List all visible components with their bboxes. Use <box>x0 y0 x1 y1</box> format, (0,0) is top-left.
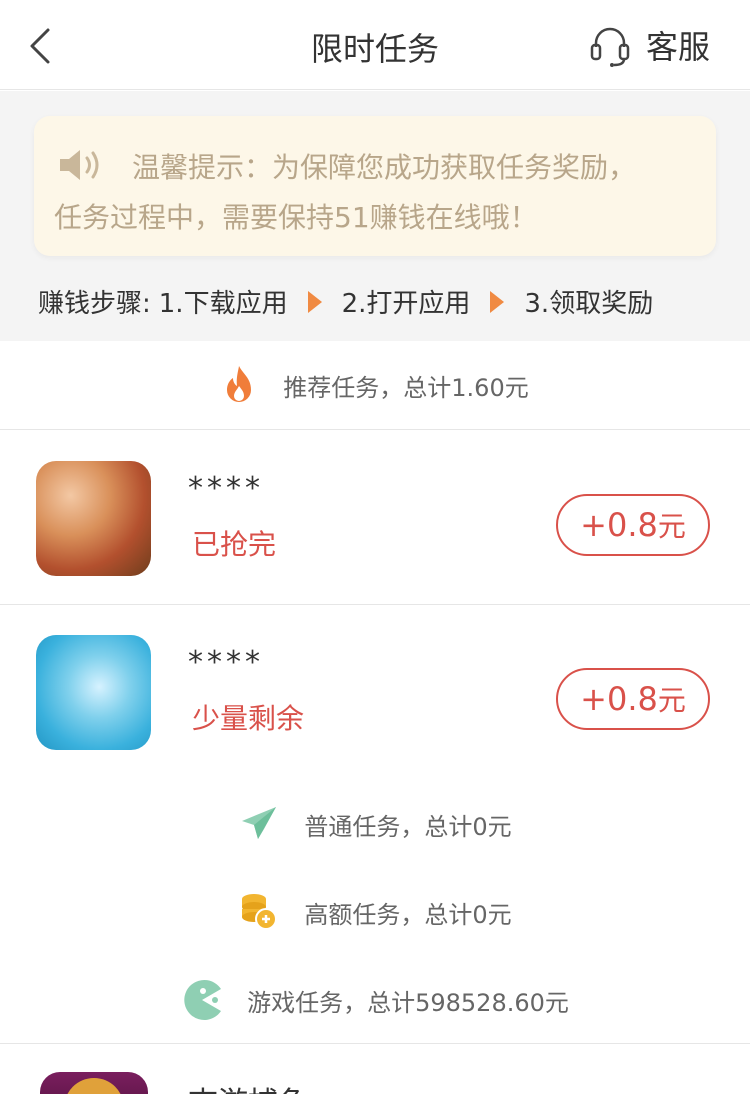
task-status: 少量剩余 <box>192 702 305 735</box>
task-item[interactable]: 志游捕鱼 <box>0 1044 750 1094</box>
coin-stack-icon <box>242 894 278 930</box>
high-tasks-total: 高额任务，总计0元 <box>304 900 512 929</box>
reward-button[interactable]: +0.8 元 <box>556 668 710 730</box>
step-arrow-icon <box>490 290 505 313</box>
step-download: 1.下载应用 <box>158 289 288 319</box>
category-game-tasks[interactable]: 游戏任务，总计598528.60元 <box>0 970 750 1030</box>
category-high-tasks[interactable]: 高额任务，总计0元 <box>0 882 750 942</box>
task-item[interactable]: **** 少量剩余 +0.8 元 <box>0 605 750 779</box>
tip-text-line-2: 任务过程中，需要保持51赚钱在线哦！ <box>54 201 538 234</box>
paper-plane-icon <box>242 807 277 839</box>
steps-label: 赚钱步骤: <box>38 289 151 319</box>
reward-unit: 元 <box>657 684 686 717</box>
pacman-icon <box>184 980 222 1020</box>
task-status: 已抢完 <box>192 528 277 561</box>
task-name: **** <box>188 471 264 506</box>
recommended-section-header: 推荐任务，总计1.60元 <box>0 341 750 430</box>
tip-text-line-1: 温馨提示：为保障您成功获取任务奖励， <box>132 151 637 184</box>
info-section: 温馨提示：为保障您成功获取任务奖励， 任务过程中，需要保持51赚钱在线哦！ 赚钱… <box>0 91 750 341</box>
top-navigation-bar: 限时任务 客服 <box>0 0 750 90</box>
reward-button[interactable]: +0.8 元 <box>556 494 710 556</box>
customer-service-label: 客服 <box>645 28 710 66</box>
customer-service-button[interactable]: 客服 <box>590 22 710 68</box>
back-arrow-icon[interactable] <box>26 26 56 66</box>
headset-icon <box>590 27 630 67</box>
step-arrow-icon <box>307 290 322 313</box>
reward-amount: +0.8 <box>580 680 658 718</box>
app-icon[interactable] <box>36 461 151 576</box>
category-normal-tasks[interactable]: 普通任务，总计0元 <box>0 794 750 854</box>
step-open: 2.打开应用 <box>341 289 471 319</box>
app-icon[interactable] <box>36 635 151 750</box>
step-claim: 3.领取奖励 <box>524 289 654 319</box>
app-icon[interactable] <box>40 1072 148 1094</box>
normal-tasks-total: 普通任务，总计0元 <box>304 812 512 841</box>
reward-unit: 元 <box>657 510 686 543</box>
earning-steps: 赚钱步骤: 1.下载应用 2.打开应用 3.领取奖励 <box>38 283 653 320</box>
game-tasks-total: 游戏任务，总计598528.60元 <box>247 988 569 1017</box>
tip-banner: 温馨提示：为保障您成功获取任务奖励， 任务过程中，需要保持51赚钱在线哦！ <box>34 116 716 256</box>
recommended-total: 推荐任务，总计1.60元 <box>283 373 529 402</box>
speaker-icon <box>60 150 99 180</box>
task-name: **** <box>188 645 264 680</box>
reward-amount: +0.8 <box>580 506 658 544</box>
task-name: 志游捕鱼 <box>188 1078 308 1094</box>
fire-icon <box>227 366 252 402</box>
task-item[interactable]: **** 已抢完 +0.8 元 <box>0 431 750 605</box>
